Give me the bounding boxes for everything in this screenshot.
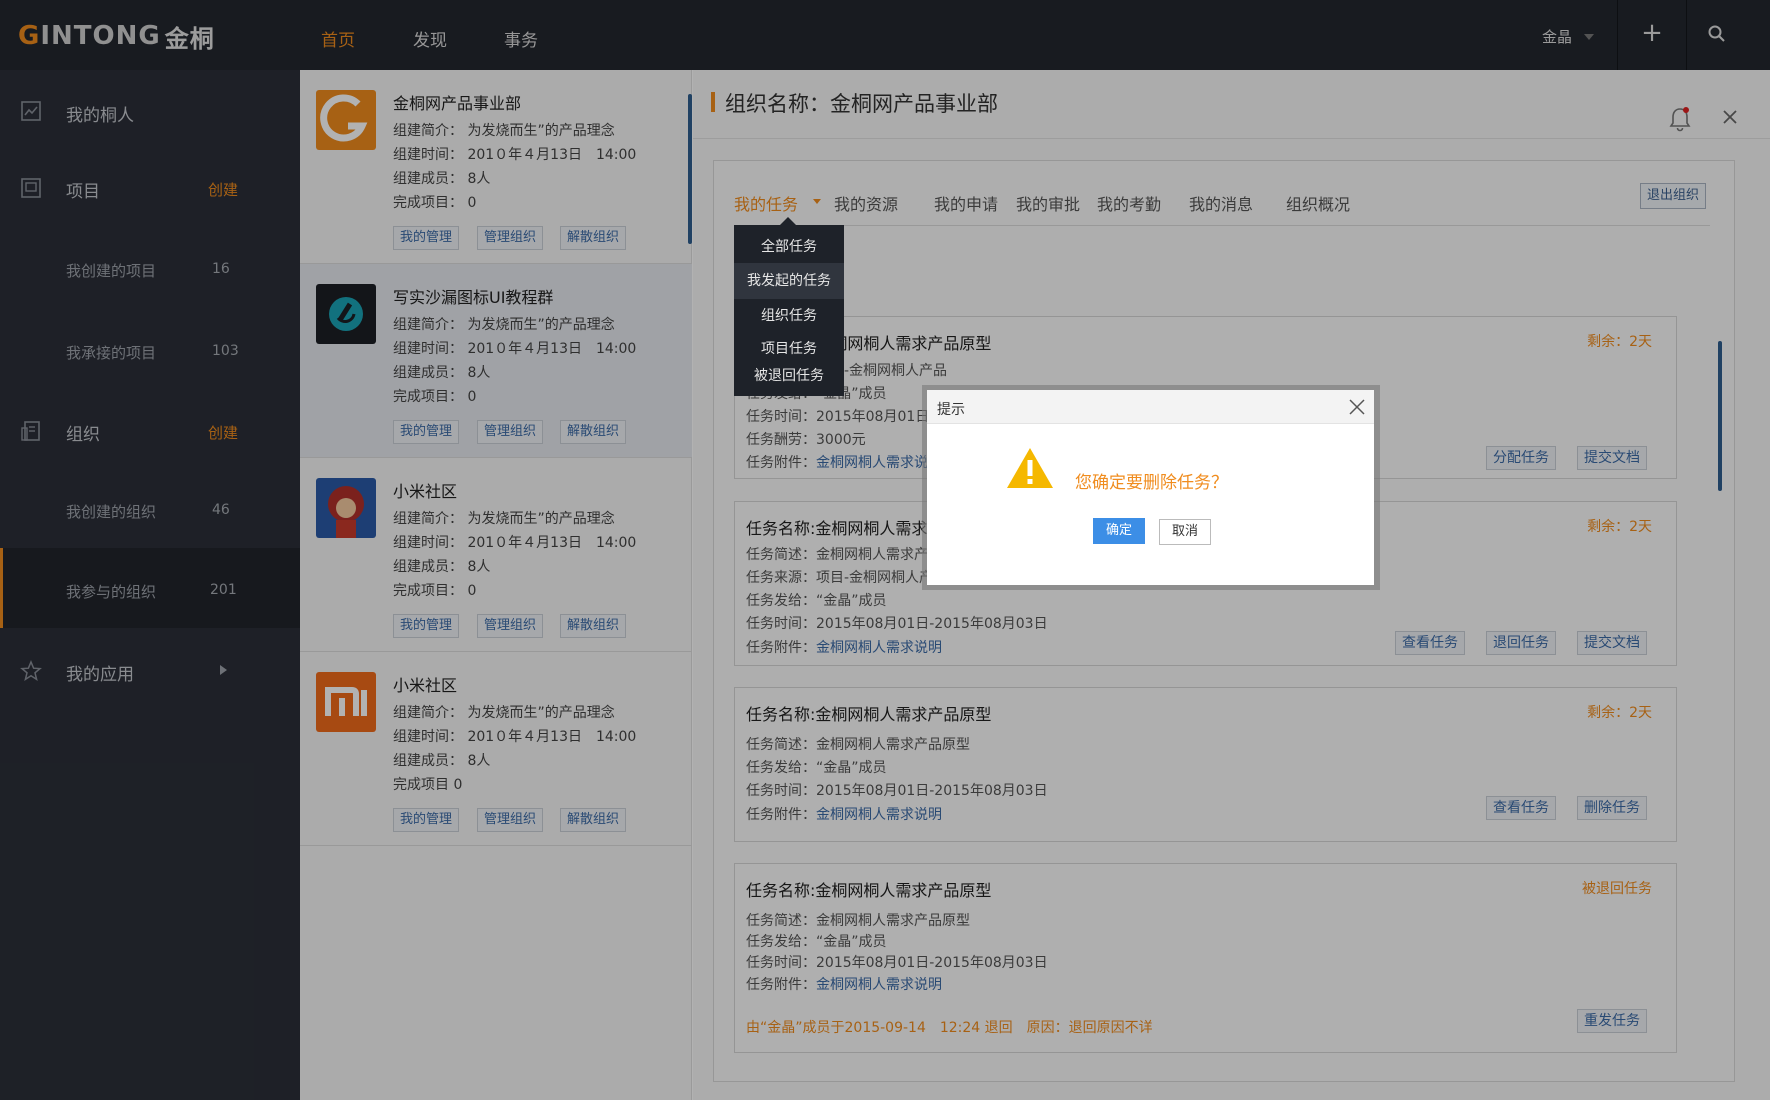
dropdown-item-my-initiated[interactable]: 我发起的任务	[734, 263, 844, 299]
confirm-button[interactable]: 确定	[1093, 518, 1145, 544]
close-icon[interactable]	[1348, 398, 1366, 416]
cancel-button[interactable]: 取消	[1159, 519, 1211, 545]
dropdown-item-returned-tasks[interactable]: 被退回任务	[734, 364, 844, 388]
modal-overlay	[0, 0, 1770, 1100]
dialog-header: 提示	[927, 390, 1374, 424]
dropdown-item-project-tasks[interactable]: 项目任务	[734, 337, 844, 361]
dialog-message: 您确定要删除任务？	[1075, 473, 1228, 493]
dropdown-item-all-tasks[interactable]: 全部任务	[734, 235, 844, 259]
confirm-dialog: 提示 您确定要删除任务？ 确定 取消	[927, 390, 1374, 585]
task-filter-dropdown: 全部任务 我发起的任务 组织任务 项目任务 被退回任务	[734, 217, 844, 396]
dialog-title: 提示	[937, 402, 965, 418]
warning-icon	[1007, 448, 1053, 488]
dropdown-item-org-tasks[interactable]: 组织任务	[734, 304, 844, 328]
